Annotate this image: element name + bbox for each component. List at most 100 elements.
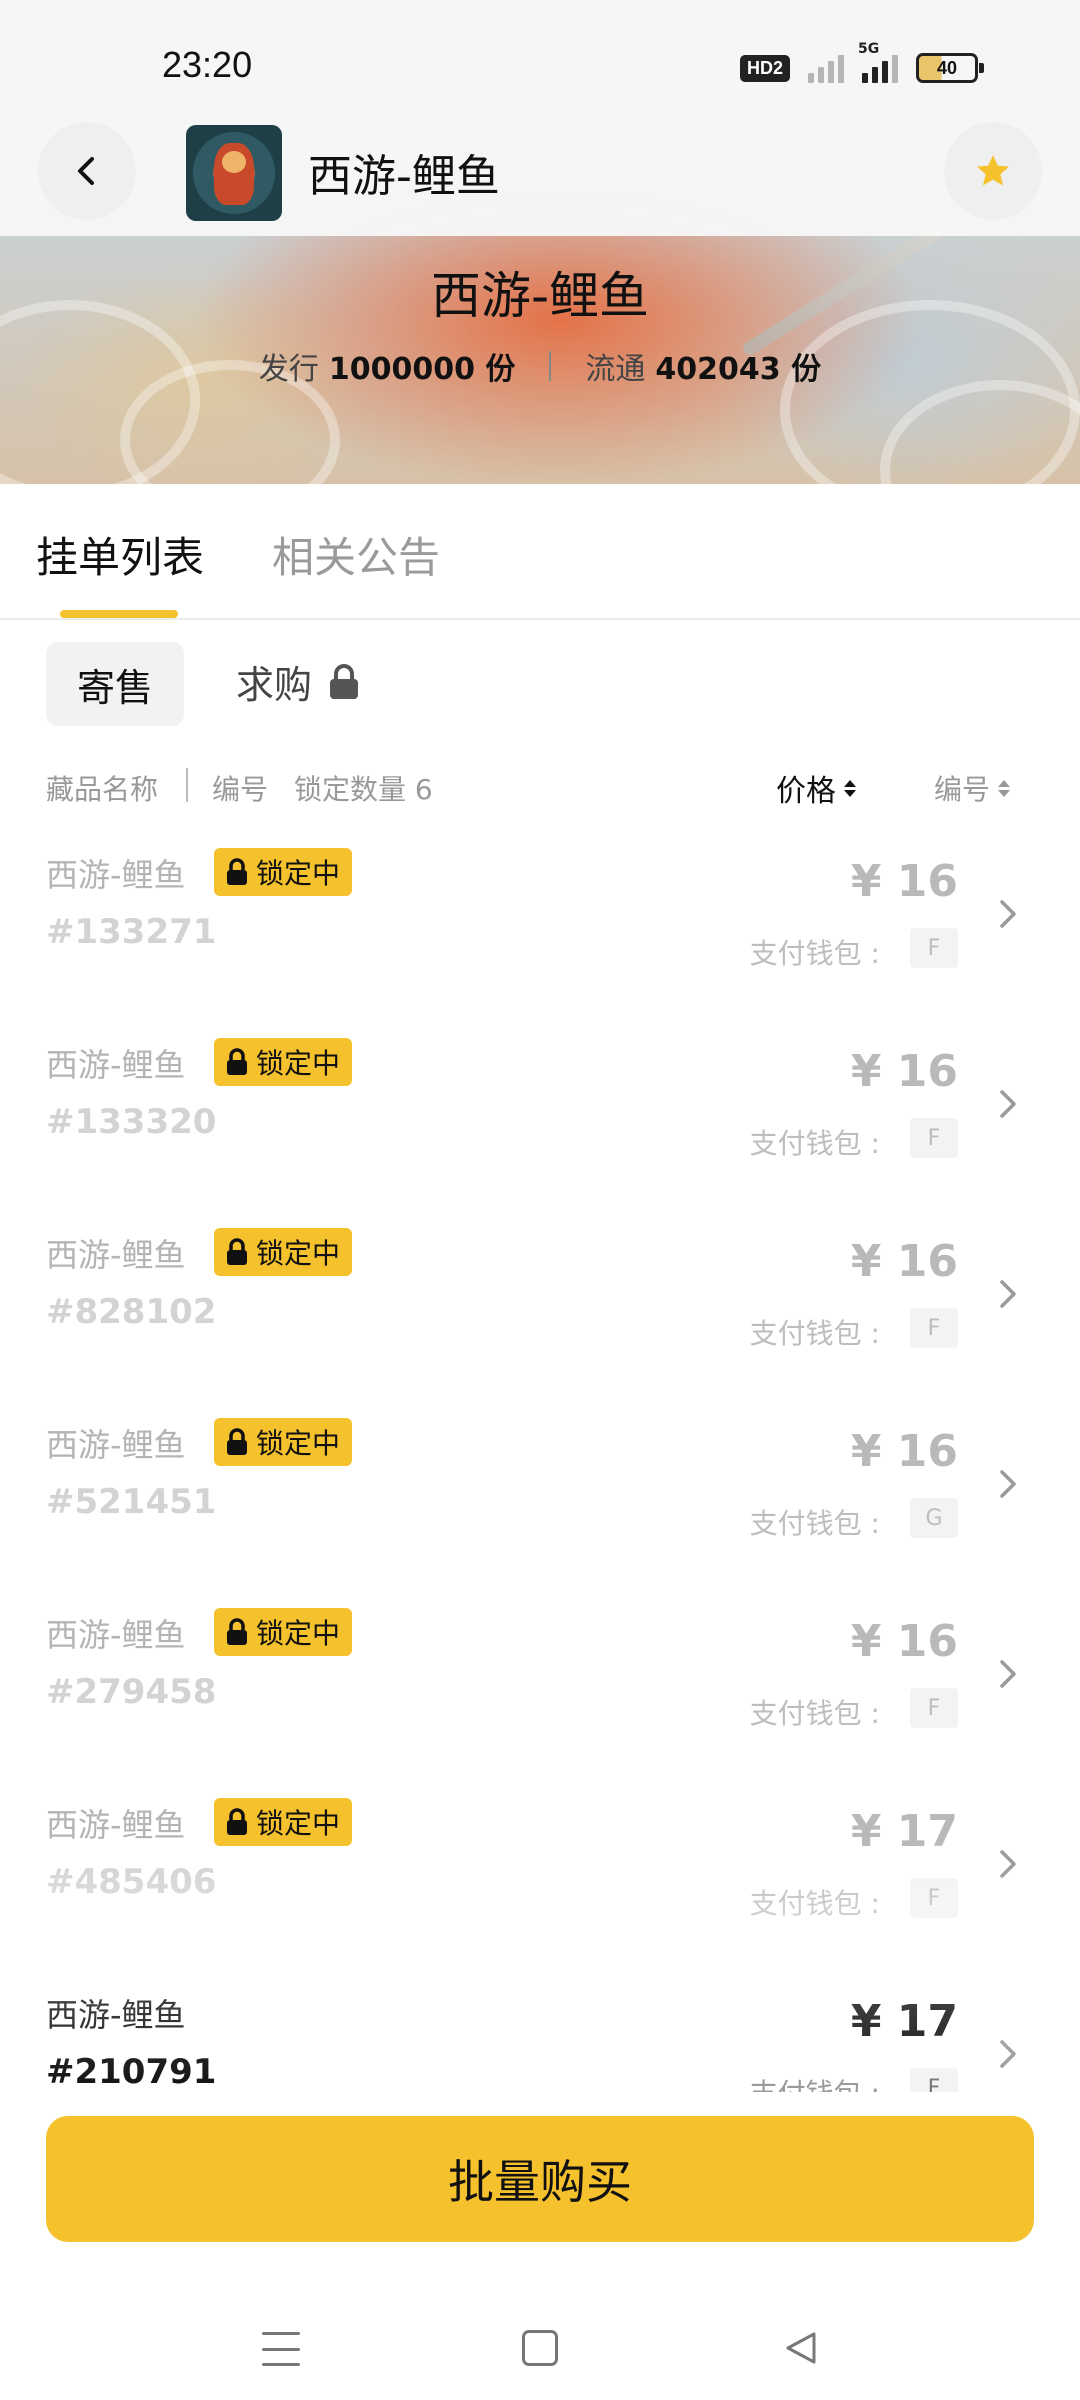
lock-icon <box>330 663 359 699</box>
bottom-bar: 批量购买 <box>0 2092 1080 2400</box>
filter-divider <box>186 768 188 802</box>
filter-number[interactable]: 编号 <box>212 768 268 808</box>
listing-serial: #133320 <box>46 1102 217 1142</box>
listing-serial: #828102 <box>46 1292 217 1332</box>
locked-badge-label: 锁定中 <box>256 1237 341 1270</box>
system-nav-bar <box>0 2282 1080 2400</box>
issue-label: 发行 <box>258 352 319 387</box>
collection-stats: 发行 1000000 份 流通 402043 份 <box>0 344 1080 388</box>
back-button[interactable] <box>38 122 136 220</box>
lock-icon <box>227 1808 247 1835</box>
listing-price: ¥ 16 <box>850 856 958 907</box>
lock-icon <box>227 858 247 885</box>
tab-listings[interactable]: 挂单列表 <box>36 524 204 585</box>
signal-icon <box>808 53 845 83</box>
locked-badge: 锁定中 <box>214 1608 353 1656</box>
sort-icon <box>998 779 1011 797</box>
wallet-label: 支付钱包 : <box>749 937 880 970</box>
wallet-label: 支付钱包 : <box>749 1697 880 1730</box>
scroll-fade <box>0 1858 1080 2092</box>
locked-badge-label: 锁定中 <box>256 1807 341 1840</box>
circulation-label: 流通 <box>585 352 646 387</box>
listing-name: 西游-鲤鱼 <box>46 856 186 894</box>
locked-count: 锁定数量 6 <box>294 773 433 806</box>
collection-thumbnail <box>186 125 282 221</box>
wallet-label: 支付钱包 : <box>749 1317 880 1350</box>
lock-icon <box>227 1428 247 1455</box>
wallet-value: F <box>910 928 958 968</box>
sort-icon <box>844 779 856 797</box>
listing-row[interactable]: 西游-鲤鱼 锁定中 #133320 ¥ 16 支付钱包 : F <box>0 1026 1080 1216</box>
wallet-label: 支付钱包 : <box>749 1507 880 1540</box>
tab-announcements[interactable]: 相关公告 <box>272 524 440 585</box>
listing-price: ¥ 16 <box>850 1616 958 1667</box>
sort-by-number[interactable]: 编号 <box>934 768 1011 808</box>
chevron-right-icon <box>1000 1090 1016 1118</box>
chevron-right-icon <box>1000 1280 1016 1308</box>
triangle-back-icon[interactable] <box>780 2328 820 2368</box>
locked-badge: 锁定中 <box>214 1798 353 1846</box>
battery-icon: 40 <box>916 53 985 83</box>
lock-icon <box>227 1048 247 1075</box>
listing-price: ¥ 16 <box>850 1046 958 1097</box>
top-bar <box>0 0 1080 236</box>
chevron-right-icon <box>1000 900 1016 928</box>
wallet-value: G <box>910 1498 958 1538</box>
status-icons: HD2 5G 40 <box>740 41 985 88</box>
listing-price: ¥ 16 <box>850 1236 958 1287</box>
wallet-label: 支付钱包 : <box>749 1127 880 1160</box>
chevron-left-icon <box>78 157 94 185</box>
signal-5g-icon: 5G <box>858 41 899 83</box>
locked-badge-label: 锁定中 <box>256 857 341 890</box>
listing-name: 西游-鲤鱼 <box>46 1236 186 1274</box>
listing-serial: #133271 <box>46 912 217 952</box>
menu-icon[interactable] <box>262 2332 300 2366</box>
locked-badge-label: 锁定中 <box>256 1617 341 1650</box>
home-icon[interactable] <box>522 2330 558 2366</box>
main-content: 挂单列表 相关公告 寄售 求购 藏品名称 编号 锁定数量 6 价格 编号 西游-… <box>0 484 1080 2110</box>
star-icon <box>977 155 1009 186</box>
listing-row[interactable]: 西游-鲤鱼 锁定中 #279458 ¥ 16 支付钱包 : F <box>0 1596 1080 1786</box>
wallet-value: F <box>910 1118 958 1158</box>
wallet-value: F <box>910 1308 958 1348</box>
listing-name: 西游-鲤鱼 <box>46 1046 186 1084</box>
listing-price: ¥ 17 <box>850 1806 958 1857</box>
subtab-sell[interactable]: 寄售 <box>46 642 184 726</box>
listing-price: ¥ 16 <box>850 1426 958 1477</box>
lock-icon <box>227 1618 247 1645</box>
chevron-right-icon <box>1000 1470 1016 1498</box>
lock-icon <box>227 1238 247 1265</box>
header-title: 西游-鲤鱼 <box>308 151 500 202</box>
locked-badge: 锁定中 <box>214 848 353 896</box>
listing-name: 西游-鲤鱼 <box>46 1806 186 1844</box>
listing-row[interactable]: 西游-鲤鱼 锁定中 #828102 ¥ 16 支付钱包 : F <box>0 1216 1080 1406</box>
stats-divider <box>549 351 552 381</box>
wallet-value: F <box>910 1688 958 1728</box>
listing-serial: #279458 <box>46 1672 217 1712</box>
tab-bar: 挂单列表 相关公告 <box>0 484 1080 620</box>
favorite-button[interactable] <box>944 122 1042 220</box>
locked-badge: 锁定中 <box>214 1038 353 1086</box>
locked-badge: 锁定中 <box>214 1228 353 1276</box>
listing-row[interactable]: 西游-鲤鱼 锁定中 #521451 ¥ 16 支付钱包 : G <box>0 1406 1080 1596</box>
filter-row: 藏品名称 编号 锁定数量 6 价格 编号 <box>46 762 1036 810</box>
collection-title: 西游-鲤鱼 <box>430 267 650 325</box>
sort-price-label: 价格 <box>776 774 836 809</box>
tab-indicator <box>60 610 178 618</box>
locked-badge-label: 锁定中 <box>256 1047 341 1080</box>
circulation-value: 402043 份 <box>655 352 822 387</box>
sort-by-price[interactable]: 价格 <box>776 766 856 810</box>
listing-name: 西游-鲤鱼 <box>46 1426 186 1464</box>
listing-row[interactable]: 西游-鲤鱼 锁定中 #133271 ¥ 16 支付钱包 : F <box>0 836 1080 1026</box>
filter-name[interactable]: 藏品名称 <box>46 768 158 808</box>
subtab-buy[interactable]: 求购 <box>236 654 362 709</box>
status-time: 23:20 <box>162 44 253 85</box>
listing-name: 西游-鲤鱼 <box>46 1616 186 1654</box>
hd-voice-icon: HD2 <box>740 54 791 82</box>
locked-badge-label: 锁定中 <box>256 1427 341 1460</box>
chevron-right-icon <box>1000 1660 1016 1688</box>
bulk-buy-button[interactable]: 批量购买 <box>46 2116 1034 2242</box>
subtab-buy-label: 求购 <box>236 663 313 707</box>
locked-badge: 锁定中 <box>214 1418 353 1466</box>
listing-serial: #521451 <box>46 1482 217 1522</box>
